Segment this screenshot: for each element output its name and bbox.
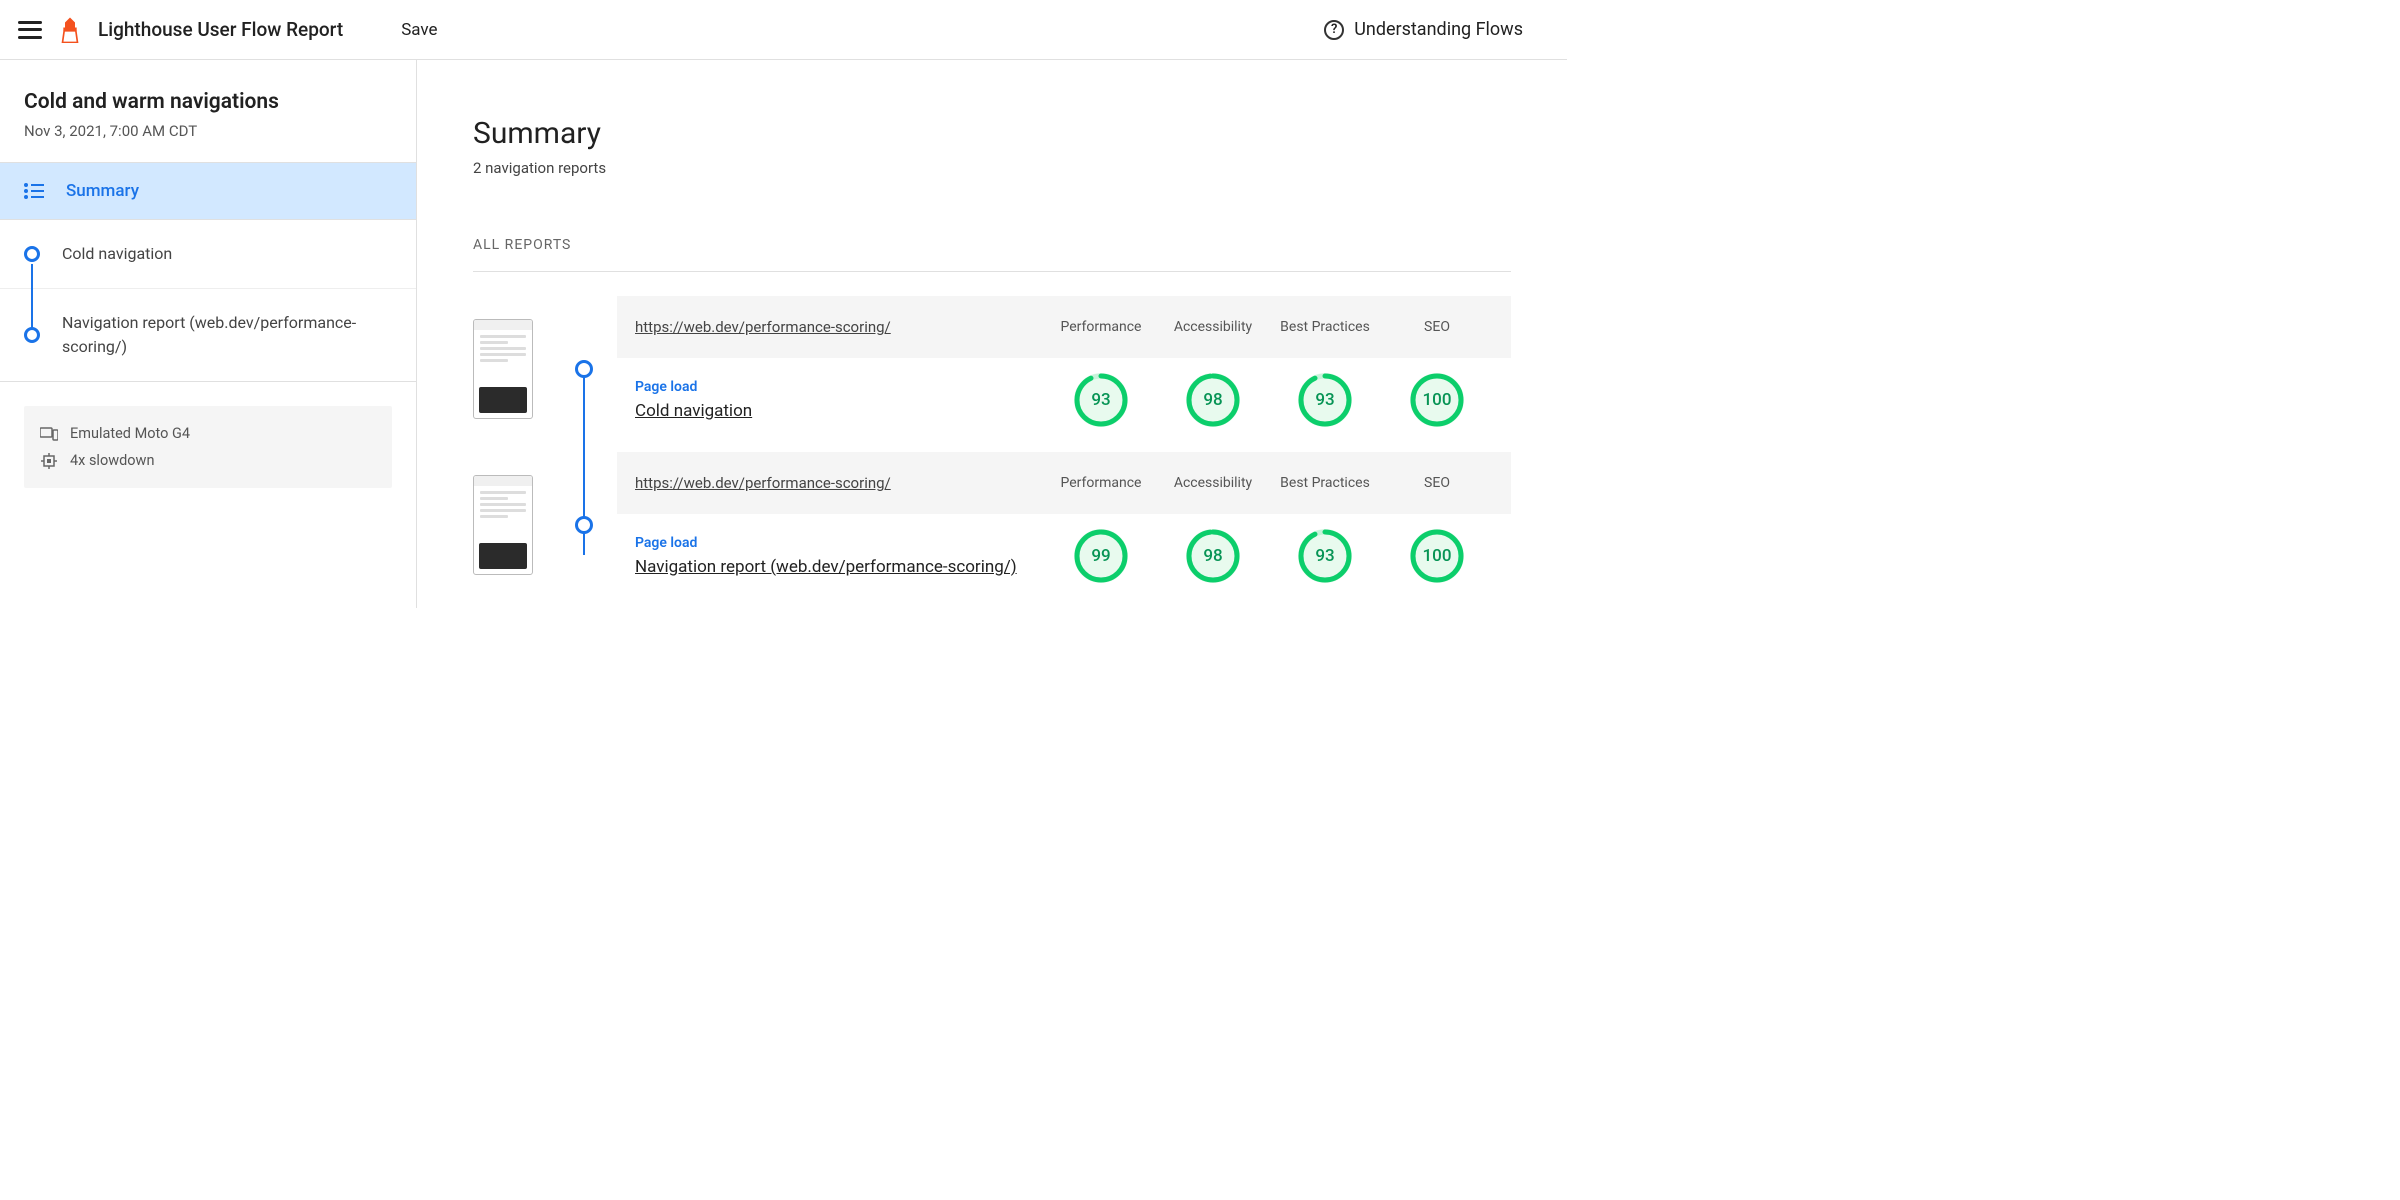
column-header: Best Practices [1269, 319, 1381, 335]
timeline [569, 360, 599, 378]
score-value: 98 [1185, 372, 1241, 428]
timeline-dot-icon [575, 516, 593, 534]
sidebar-nav: Cold navigation Navigation report (web.d… [0, 220, 416, 381]
timeline-dot-icon [24, 246, 40, 262]
timeline [569, 516, 599, 534]
score-gauge[interactable]: 93 [1297, 528, 1353, 584]
sidebar-nav-item[interactable]: Cold navigation [0, 220, 416, 288]
column-header: Performance [1045, 319, 1157, 335]
score-value: 93 [1297, 528, 1353, 584]
flow-date: Nov 3, 2021, 7:00 AM CDT [24, 122, 392, 140]
screenshot-thumbnail[interactable] [473, 475, 533, 575]
column-header: SEO [1381, 319, 1493, 335]
column-header: Best Practices [1269, 475, 1381, 491]
score-value: 99 [1073, 528, 1129, 584]
sidebar: Cold and warm navigations Nov 3, 2021, 7… [0, 60, 417, 608]
score-gauge[interactable]: 98 [1185, 528, 1241, 584]
cpu-icon [40, 453, 58, 469]
main-content: Summary 2 navigation reports ALL REPORTS… [417, 60, 1567, 608]
environment-box: Emulated Moto G4 4x slowdown [24, 406, 392, 488]
sidebar-summary-label: Summary [66, 181, 139, 201]
report-header-row: https://web.dev/performance-scoring/ Per… [617, 452, 1511, 514]
menu-icon[interactable] [18, 21, 42, 39]
screenshot-thumbnail[interactable] [473, 319, 533, 419]
report-url[interactable]: https://web.dev/performance-scoring/ [635, 474, 1045, 492]
device-label: Emulated Moto G4 [70, 425, 190, 442]
help-link[interactable]: ? Understanding Flows [1324, 19, 1523, 40]
score-gauge[interactable]: 98 [1185, 372, 1241, 428]
column-header: Performance [1045, 475, 1157, 491]
help-label: Understanding Flows [1354, 19, 1523, 40]
timeline-dot-icon [575, 360, 593, 378]
score-gauge[interactable]: 93 [1297, 372, 1353, 428]
report-type-label: Page load [635, 379, 1045, 395]
score-value: 98 [1185, 528, 1241, 584]
report-header-row: https://web.dev/performance-scoring/ Per… [617, 296, 1511, 358]
save-button[interactable]: Save [401, 20, 437, 40]
page-subtitle: 2 navigation reports [473, 159, 1511, 177]
lighthouse-logo-icon [60, 17, 80, 43]
report-name-link[interactable]: Navigation report (web.dev/performance-s… [635, 557, 1017, 577]
sidebar-nav-label: Cold navigation [62, 242, 172, 266]
report-data-row: Page load Cold navigation 93 98 93 [617, 358, 1511, 442]
topbar: Lighthouse User Flow Report Save ? Under… [0, 0, 1567, 60]
score-gauge[interactable]: 93 [1073, 372, 1129, 428]
all-reports-heading: ALL REPORTS [473, 237, 1511, 253]
report-block: https://web.dev/performance-scoring/ Per… [473, 296, 1511, 442]
report-type-label: Page load [635, 535, 1045, 551]
report-data-row: Page load Navigation report (web.dev/per… [617, 514, 1511, 598]
score-value: 93 [1073, 372, 1129, 428]
device-icon [40, 427, 58, 441]
report-block: https://web.dev/performance-scoring/ Per… [473, 452, 1511, 598]
column-header: Accessibility [1157, 475, 1269, 491]
timeline-dot-icon [24, 327, 40, 343]
sidebar-nav-label: Navigation report (web.dev/performance-s… [62, 311, 392, 359]
score-value: 100 [1409, 528, 1465, 584]
score-value: 93 [1297, 372, 1353, 428]
score-gauge[interactable]: 100 [1409, 528, 1465, 584]
help-icon: ? [1324, 20, 1344, 40]
throttle-label: 4x slowdown [70, 452, 154, 469]
sidebar-nav-item[interactable]: Navigation report (web.dev/performance-s… [0, 288, 416, 381]
column-header: Accessibility [1157, 319, 1269, 335]
sidebar-summary[interactable]: Summary [0, 163, 416, 219]
list-icon [24, 183, 44, 199]
score-gauge[interactable]: 100 [1409, 372, 1465, 428]
score-value: 100 [1409, 372, 1465, 428]
report-name-link[interactable]: Cold navigation [635, 401, 752, 421]
column-header: SEO [1381, 475, 1493, 491]
score-gauge[interactable]: 99 [1073, 528, 1129, 584]
app-title: Lighthouse User Flow Report [98, 18, 343, 41]
report-url[interactable]: https://web.dev/performance-scoring/ [635, 318, 1045, 336]
page-title: Summary [473, 116, 1511, 151]
flow-title: Cold and warm navigations [24, 90, 392, 114]
